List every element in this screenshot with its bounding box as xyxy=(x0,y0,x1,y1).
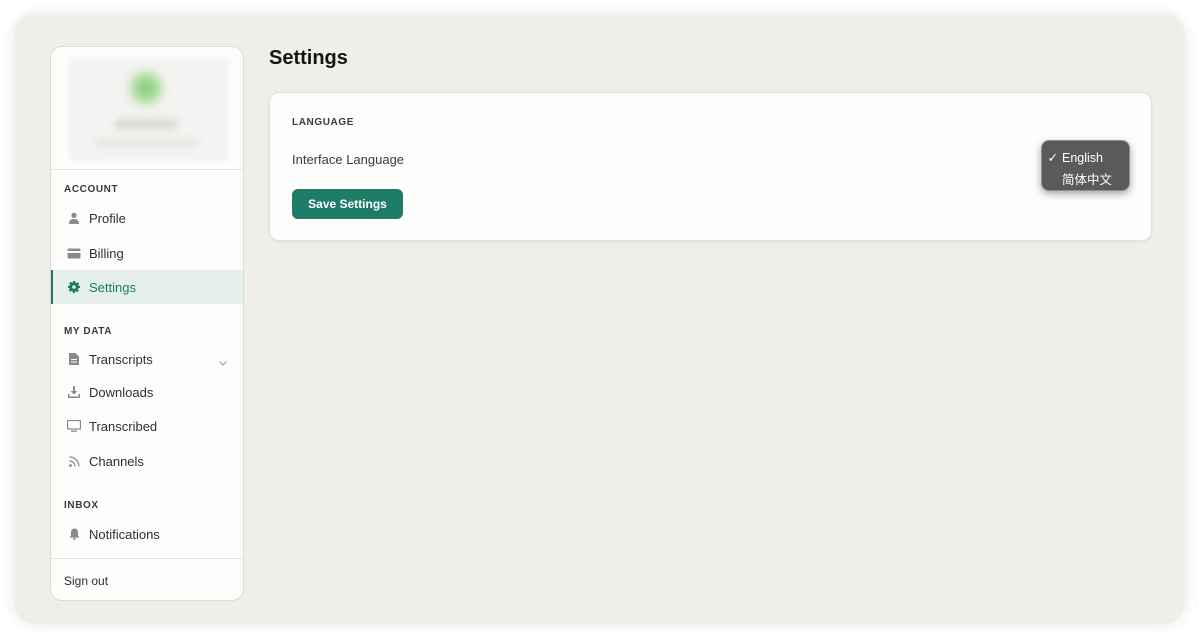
language-option-chinese[interactable]: 简体中文 xyxy=(1042,168,1129,189)
sidebar-item-notifications[interactable]: Notifications xyxy=(51,517,243,551)
sidebar-item-settings[interactable]: Settings xyxy=(51,270,243,304)
language-select-dropdown[interactable]: ✓ English 简体中文 xyxy=(1041,140,1130,191)
rss-icon xyxy=(67,454,81,468)
profile-name-redacted xyxy=(115,119,177,129)
section-title-my-data: MY DATA xyxy=(64,326,113,337)
language-settings-card: LANGUAGE Interface Language Save Setting… xyxy=(269,92,1152,241)
language-option-label: English xyxy=(1062,150,1103,165)
chevron-down-icon[interactable] xyxy=(219,354,227,369)
sidebar-item-channels[interactable]: Channels xyxy=(51,444,243,478)
sidebar-item-billing[interactable]: Billing xyxy=(51,236,243,270)
bell-icon xyxy=(67,527,81,541)
section-title-language: LANGUAGE xyxy=(292,117,355,128)
divider xyxy=(51,558,243,559)
language-option-label: 简体中文 xyxy=(1062,173,1113,187)
sidebar-item-transcripts[interactable]: Transcripts xyxy=(51,342,243,376)
document-icon xyxy=(67,352,81,366)
sidebar-item-profile[interactable]: Profile xyxy=(51,201,243,235)
download-icon xyxy=(67,385,81,399)
section-title-account: ACCOUNT xyxy=(64,184,119,195)
sidebar-item-label: Downloads xyxy=(89,384,154,400)
language-option-english[interactable]: ✓ English xyxy=(1042,147,1129,168)
section-title-inbox: INBOX xyxy=(64,500,99,511)
sidebar-item-label: Billing xyxy=(89,245,124,261)
sidebar-item-label: Transcripts xyxy=(89,351,153,367)
monitor-icon xyxy=(67,419,81,433)
sidebar: ACCOUNT Profile Billing Settings MY DATA… xyxy=(50,46,244,601)
credit-card-icon xyxy=(67,246,81,260)
sidebar-item-label: Channels xyxy=(89,453,144,469)
profile-card-blurred xyxy=(69,57,229,161)
gear-icon xyxy=(67,280,81,294)
user-icon xyxy=(67,211,81,225)
checkmark-icon: ✓ xyxy=(1047,151,1058,165)
sign-out-link[interactable]: Sign out xyxy=(64,574,108,588)
sidebar-item-downloads[interactable]: Downloads xyxy=(51,375,243,409)
sidebar-item-transcribed[interactable]: Transcribed xyxy=(51,409,243,443)
sidebar-item-label: Profile xyxy=(89,210,126,226)
divider xyxy=(51,169,243,170)
sidebar-item-label: Transcribed xyxy=(89,418,158,434)
sidebar-item-label: Notifications xyxy=(89,526,160,542)
profile-email-redacted xyxy=(95,139,199,146)
sidebar-item-label: Settings xyxy=(89,279,136,295)
avatar xyxy=(129,71,163,105)
save-settings-button[interactable]: Save Settings xyxy=(292,189,403,219)
page-title: Settings xyxy=(269,47,348,69)
interface-language-label: Interface Language xyxy=(292,152,405,167)
